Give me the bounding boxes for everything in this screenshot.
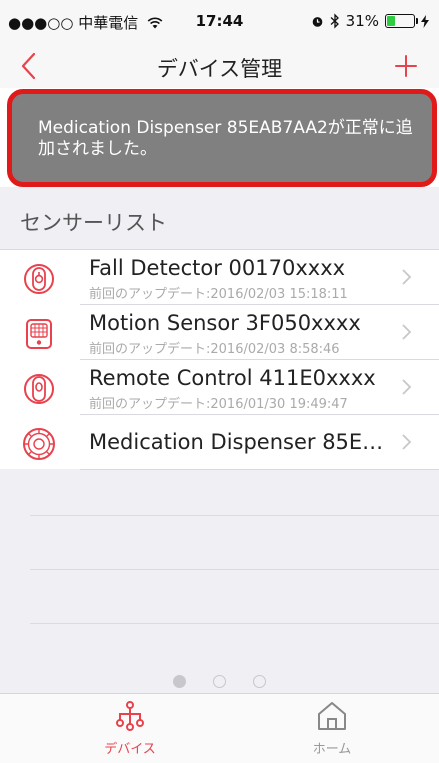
- empty-row-divider: [30, 569, 439, 570]
- tab-label: ホーム: [312, 742, 352, 757]
- status-bar: ●●●○○ 中華電信 17:44 31%: [0, 0, 439, 44]
- alarm-icon: [312, 16, 322, 27]
- chevron-right-icon: [402, 379, 412, 395]
- sensor-row[interactable]: Remote Control 411E0xxxx 前回のアップデート:2016/…: [0, 360, 439, 415]
- tab-home[interactable]: ホーム: [262, 694, 402, 763]
- medication-dispenser-icon: [23, 428, 55, 460]
- sensor-row[interactable]: Fall Detector 00170xxxx 前回のアップデート:2016/0…: [0, 250, 439, 305]
- battery-icon: [385, 14, 418, 28]
- status-right: 31%: [311, 10, 429, 32]
- home-icon: [318, 702, 346, 730]
- fall-detector-icon: [24, 264, 54, 294]
- add-device-button[interactable]: [391, 50, 421, 82]
- chevron-right-icon: [402, 269, 412, 285]
- tab-devices[interactable]: デバイス: [60, 694, 200, 763]
- bluetooth-icon: [330, 13, 339, 29]
- sensor-last-update: 前回のアップデート:2016/02/03 8:58:46: [89, 342, 340, 357]
- sensor-last-update: 前回のアップデート:2016/02/03 15:18:11: [89, 287, 348, 302]
- sensor-list-area: センサーリスト Fall Detector 00170xxxx 前回のアップデー…: [0, 187, 439, 693]
- tab-bar: デバイス ホーム: [0, 693, 439, 763]
- sensor-name: Medication Dispenser 85E…: [89, 430, 384, 454]
- battery-percent: 31%: [345, 12, 379, 30]
- chevron-right-icon: [402, 434, 412, 450]
- navigation-bar: デバイス管理: [0, 44, 439, 88]
- sensor-list: Fall Detector 00170xxxx 前回のアップデート:2016/0…: [0, 249, 439, 470]
- page-indicator[interactable]: [0, 675, 439, 688]
- sensor-name: Fall Detector 00170xxxx: [89, 256, 346, 280]
- success-toast: Medication Dispenser 85EAB7AA2が正常に追加されまし…: [7, 89, 437, 187]
- page-dot[interactable]: [213, 675, 226, 688]
- section-header: センサーリスト: [20, 211, 167, 235]
- sensor-row[interactable]: Medication Dispenser 85E…: [0, 415, 439, 470]
- tab-label: デバイス: [104, 742, 156, 757]
- empty-row-divider: [30, 515, 439, 516]
- sensor-name: Motion Sensor 3F050xxxx: [89, 311, 361, 335]
- plus-icon: [395, 55, 417, 77]
- sensor-last-update: 前回のアップデート:2016/01/30 19:49:47: [89, 397, 348, 412]
- page-dot[interactable]: [253, 675, 266, 688]
- row-divider: [80, 469, 439, 470]
- sensor-row[interactable]: Motion Sensor 3F050xxxx 前回のアップデート:2016/0…: [0, 305, 439, 360]
- devices-icon: [116, 701, 144, 731]
- toast-message: Medication Dispenser 85EAB7AA2が正常に追加されまし…: [38, 118, 413, 159]
- empty-row-divider: [30, 623, 439, 624]
- page-dot[interactable]: [173, 675, 186, 688]
- remote-control-icon: [24, 374, 54, 404]
- chevron-right-icon: [402, 324, 412, 340]
- battery-fill: [387, 16, 396, 26]
- sensor-name: Remote Control 411E0xxxx: [89, 366, 376, 390]
- charging-bolt-icon: [421, 14, 429, 28]
- motion-sensor-icon: [26, 319, 52, 349]
- page-title: デバイス管理: [156, 57, 283, 81]
